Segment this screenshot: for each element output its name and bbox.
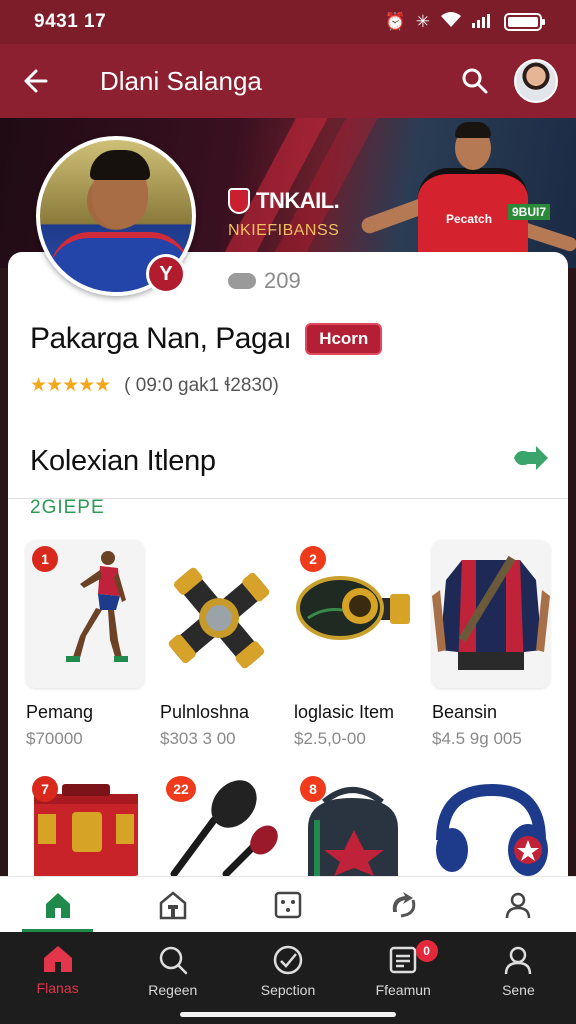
banner-brand: TNKAIL. [228, 188, 340, 214]
home-indicator[interactable] [180, 1012, 396, 1017]
collection-item[interactable]: Beansin $4.5 9g 005 [432, 540, 552, 749]
battery-icon [504, 13, 545, 31]
nav-item-label: Regeen [148, 982, 198, 998]
alarm-icon: ⏰ [384, 12, 406, 31]
banner-subbrand: NKIEFIBANSS [228, 222, 340, 239]
status-bar: 9431 17 ⏰ ✳ [0, 0, 576, 44]
collection-item[interactable]: 22 [160, 770, 280, 890]
rating-stars: ★★★★★ [30, 375, 111, 396]
item-price: $70000 [26, 729, 83, 748]
nav-item-label: Ffeamun [375, 982, 431, 998]
collection-subtitle: 2GIEPE [30, 497, 105, 518]
collection-item[interactable]: 2 loglasic Item $2.5,0-00 [294, 540, 414, 749]
app-bar: Dlani Salanga [0, 44, 576, 118]
item-rank: 7 [32, 776, 58, 802]
banner-tag: 9BUI7 [508, 204, 551, 220]
profile-name-row: Pakarga Nan, Pagaı Hcorn [30, 322, 383, 356]
banner-player-image: Pecatch [359, 118, 576, 268]
banner-sponsor: Pecatch [446, 212, 493, 226]
inbox-icon [389, 946, 417, 974]
item-thumbnail [432, 540, 550, 688]
rating-row: ★★★★★ ( 09:0 ɡak1 ɬ2830) [30, 374, 279, 397]
page-title: Dlani Salanga [100, 65, 262, 96]
item-label: Beansin [432, 702, 498, 722]
verified-badge-icon: Y [146, 254, 186, 294]
home-icon [45, 892, 70, 918]
status-time: 9431 17 [34, 11, 107, 32]
collection-item[interactable]: 1 Pemang $70000 [26, 540, 146, 749]
home-icon [43, 946, 72, 972]
check-circle-icon [273, 945, 303, 975]
person-icon [506, 892, 531, 918]
collection-header: Kolexian Itlenp [30, 444, 550, 479]
search-button[interactable] [450, 56, 500, 106]
user-avatar[interactable] [514, 59, 558, 103]
item-label: Pulnloshna [160, 702, 250, 722]
rating-text: ( 09:0 ɡak1 ɬ2830) [124, 374, 279, 396]
item-thumbnail: 1 [26, 540, 144, 688]
nav-item-inbox[interactable]: 0 Ffeamun [346, 932, 461, 1024]
item-thumbnail [160, 540, 278, 688]
followers-count: 209 [228, 268, 301, 294]
search-icon [462, 68, 488, 94]
nav-item-label: Sene [502, 982, 535, 998]
item-price: $4.5 9g 005 [432, 729, 522, 748]
nav-item-search[interactable]: Regeen [115, 932, 230, 1024]
vibrate-icon: ✳ [415, 12, 430, 31]
search-icon [159, 946, 188, 975]
back-arrow-icon [24, 69, 48, 93]
item-rank: 2 [300, 546, 326, 572]
collection-title: Kolexian Itlenp [30, 445, 216, 477]
item-price: $2.5,0-00 [294, 729, 366, 748]
status-icons: ⏰ ✳ [384, 11, 545, 34]
nav-item-selection[interactable]: Sepction [230, 932, 345, 1024]
item-rank: 1 [32, 546, 58, 572]
signal-icon [472, 12, 494, 33]
item-thumbnail: 8 [294, 770, 412, 876]
collection-item[interactable]: Pulnloshna $303 3 00 [160, 540, 280, 749]
club-shield-icon [228, 188, 250, 214]
collection-item[interactable] [432, 770, 552, 890]
nav-item-label: Sepction [260, 982, 316, 998]
notification-badge: 0 [415, 940, 438, 962]
person-icon [505, 946, 532, 975]
nav-item-label: Flanas [36, 980, 79, 996]
back-button[interactable] [0, 44, 70, 118]
store-icon [159, 890, 187, 919]
bottom-navigation: Flanas Regeen Sepction 0 Ffeamun Sene [0, 932, 576, 1024]
dice-icon [274, 891, 302, 918]
item-label: loglasic Item [294, 702, 395, 722]
collection-item[interactable]: 7 [26, 770, 146, 890]
nav-item-home[interactable]: Flanas [0, 932, 115, 1024]
item-thumbnail [432, 770, 550, 876]
status-badge: Hcorn [305, 323, 383, 355]
profile-name: Pakarga Nan, Pagaı [30, 322, 292, 355]
item-thumbnail: 7 [26, 770, 144, 876]
item-label: Pemang [26, 702, 94, 722]
refresh-icon [392, 891, 416, 917]
item-price: $303 3 00 [160, 729, 236, 748]
wifi-icon [440, 11, 462, 34]
item-rank: 8 [300, 776, 326, 802]
forward-arrow-icon[interactable] [510, 444, 550, 479]
item-rank: 22 [166, 776, 196, 802]
collection-item[interactable]: 8 [294, 770, 414, 890]
item-thumbnail: 2 [294, 540, 412, 688]
nav-item-profile[interactable]: Sene [461, 932, 576, 1024]
cloud-icon [228, 273, 256, 289]
item-thumbnail: 22 [160, 770, 278, 876]
